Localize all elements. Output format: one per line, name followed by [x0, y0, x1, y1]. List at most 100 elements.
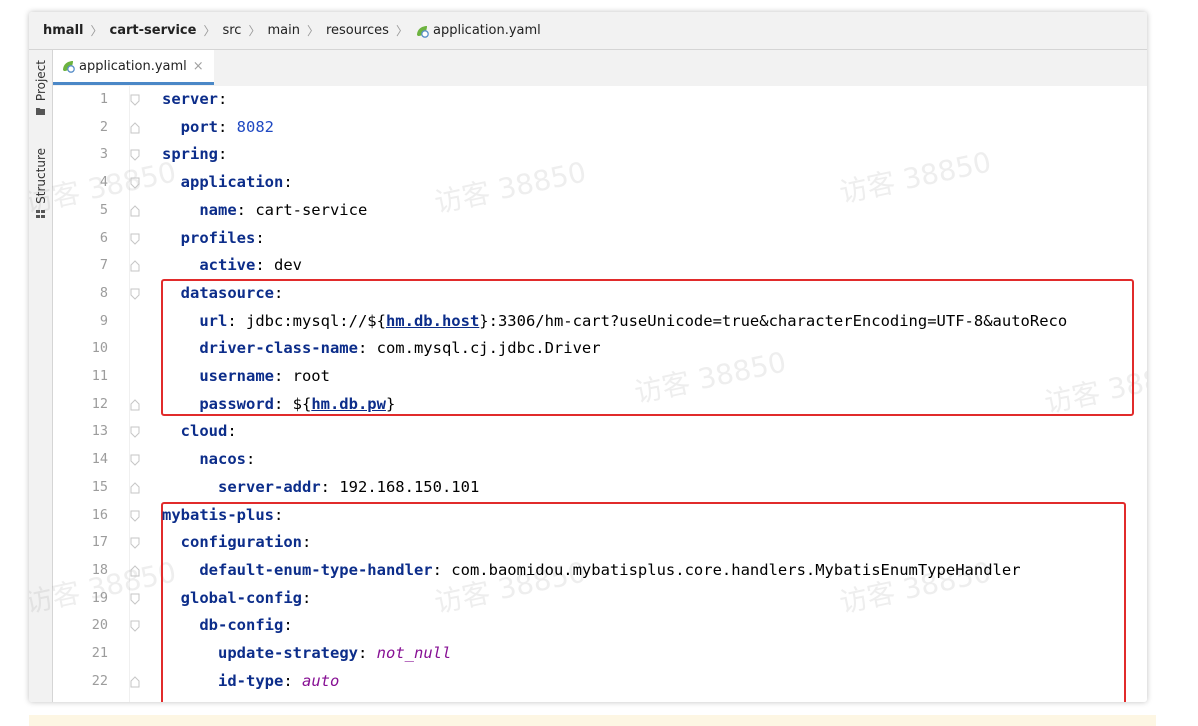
editor-tab-bar: application.yaml ×: [53, 50, 1147, 87]
tab-label: application.yaml: [79, 58, 187, 74]
fold-open-icon[interactable]: [130, 454, 140, 466]
code-line[interactable]: 8 datasource:: [53, 280, 1147, 308]
chevron-right-icon: 〉: [203, 24, 216, 38]
fold-end-icon[interactable]: [130, 398, 140, 411]
code-text: application:: [180, 173, 293, 192]
code-text: cloud:: [180, 422, 237, 441]
code-line[interactable]: 17 configuration:: [53, 529, 1147, 557]
line-number: 2: [99, 118, 108, 135]
code-line[interactable]: 16 mybatis-plus:: [53, 502, 1147, 530]
fold-open-icon[interactable]: [130, 177, 140, 189]
line-number: 20: [91, 617, 108, 634]
breadcrumb-item-hmall[interactable]: hmall: [43, 23, 84, 38]
code-line[interactable]: 13 cloud:: [53, 418, 1147, 446]
code-line[interactable]: 10 driver-class-name: com.mysql.cj.jdbc.…: [53, 335, 1147, 363]
line-number: 21: [91, 645, 108, 661]
line-number: 1: [99, 91, 108, 107]
code-line[interactable]: 20 db-config:: [53, 612, 1147, 640]
fold-open-icon[interactable]: [130, 537, 140, 549]
fold-open-icon[interactable]: [130, 510, 140, 522]
code-line[interactable]: 12 password: ${hm.db.pw}: [53, 391, 1147, 419]
fold-end-icon[interactable]: [130, 482, 140, 494]
fold-end-icon[interactable]: [130, 565, 140, 577]
code-text: server:: [162, 90, 228, 108]
line-number: 12: [91, 395, 108, 412]
chevron-right-icon: 〉: [395, 24, 408, 38]
code-line[interactable]: 15 server-addr: 192.168.150.101: [53, 474, 1147, 502]
fold-open-icon[interactable]: [130, 288, 140, 300]
breadcrumb-item-cart-service[interactable]: cart-service: [110, 23, 197, 38]
code-text: url: jdbc:mysql://${hm.db.host}:3306/hm-…: [199, 311, 1068, 330]
chevron-right-icon: 〉: [248, 24, 261, 38]
code-text: db-config:: [199, 616, 293, 635]
close-icon[interactable]: ×: [193, 59, 204, 74]
line-number: 18: [91, 561, 108, 578]
line-number: 4: [99, 174, 108, 191]
fold-open-icon[interactable]: [130, 426, 140, 439]
fold-open-icon[interactable]: [130, 593, 140, 605]
tool-window-sidebar: Project Structure: [29, 50, 53, 702]
code-line[interactable]: 9 url: jdbc:mysql://${hm.db.host}:3306/h…: [53, 308, 1147, 336]
fold-end-icon[interactable]: [130, 260, 140, 272]
code-line[interactable]: 2 port: 8082: [53, 114, 1147, 142]
code-line[interactable]: 22 id-type: auto: [53, 668, 1147, 696]
fold-end-icon[interactable]: [130, 205, 140, 217]
breadcrumb-item-application-yaml[interactable]: application.yaml: [433, 23, 541, 38]
code-text: mybatis-plus:: [162, 505, 284, 524]
code-text: server-addr: 192.168.150.101: [218, 477, 480, 496]
spring-yaml-icon: [416, 25, 429, 38]
line-number: 6: [99, 229, 108, 246]
code-line[interactable]: 3 spring:: [53, 141, 1147, 169]
code-line[interactable]: 18 default-enum-type-handler: com.baomid…: [53, 557, 1147, 585]
code-line[interactable]: 4 application:: [53, 169, 1147, 197]
footer-strip: [29, 715, 1156, 726]
code-text: datasource:: [180, 283, 284, 302]
code-line[interactable]: 11 username: root: [53, 363, 1147, 391]
fold-open-icon[interactable]: [130, 620, 140, 633]
chevron-right-icon: 〉: [90, 24, 103, 38]
code-text: nacos:: [199, 450, 256, 469]
line-number: 17: [91, 534, 108, 551]
fold-open-icon[interactable]: [130, 149, 140, 162]
line-number: 11: [91, 368, 108, 384]
code-text: active: dev: [199, 256, 302, 275]
code-line[interactable]: 7 active: dev: [53, 252, 1147, 280]
breadcrumb-item-src[interactable]: src: [222, 23, 241, 38]
project-tab-label: Project: [33, 60, 48, 102]
project-tool-tab[interactable]: Project: [29, 60, 52, 116]
line-number: 9: [99, 312, 108, 329]
code-text: port: 8082: [180, 117, 274, 136]
code-line[interactable]: 6 profiles:: [53, 225, 1147, 253]
code-text: global-config:: [180, 588, 312, 607]
fold-open-icon[interactable]: [130, 233, 140, 245]
ide-window: hmall 〉 cart-service 〉 src 〉 main 〉 reso…: [29, 12, 1147, 702]
fold-open-icon[interactable]: [130, 94, 140, 106]
line-number: 22: [91, 672, 108, 689]
code-text: username: root: [199, 367, 330, 385]
code-line[interactable]: 21 update-strategy: not_null: [53, 640, 1147, 668]
code-text: password: ${hm.db.pw}: [199, 394, 396, 413]
code-text: id-type: auto: [218, 671, 340, 690]
fold-end-icon[interactable]: [130, 675, 140, 688]
breadcrumb-item-main[interactable]: main: [267, 23, 299, 38]
structure-tool-tab[interactable]: Structure: [29, 148, 52, 218]
code-line[interactable]: 14 nacos:: [53, 446, 1147, 474]
line-number: 13: [91, 423, 108, 440]
line-number: 19: [91, 589, 108, 606]
structure-icon: [36, 209, 45, 218]
code-line[interactable]: 1 server:: [53, 86, 1147, 114]
line-number: 16: [91, 506, 108, 523]
code-text: update-strategy: not_null: [218, 644, 452, 662]
code-text: name: cart-service: [199, 200, 368, 219]
tab-application-yaml[interactable]: application.yaml ×: [53, 50, 214, 85]
code-editor[interactable]: 访客 38850 访客 38850 访客 38850 访客 38850 访客 3…: [29, 86, 1147, 702]
code-line[interactable]: 5 name: cart-service: [53, 197, 1147, 225]
fold-end-icon[interactable]: [130, 121, 140, 134]
breadcrumb-item-resources[interactable]: resources: [326, 23, 389, 38]
breadcrumb: hmall 〉 cart-service 〉 src 〉 main 〉 reso…: [29, 12, 1147, 50]
line-number: 3: [99, 146, 108, 163]
code-line[interactable]: 19 global-config:: [53, 585, 1147, 613]
line-number: 10: [91, 340, 108, 357]
line-number: 14: [91, 451, 108, 468]
spring-yaml-icon: [63, 61, 75, 73]
